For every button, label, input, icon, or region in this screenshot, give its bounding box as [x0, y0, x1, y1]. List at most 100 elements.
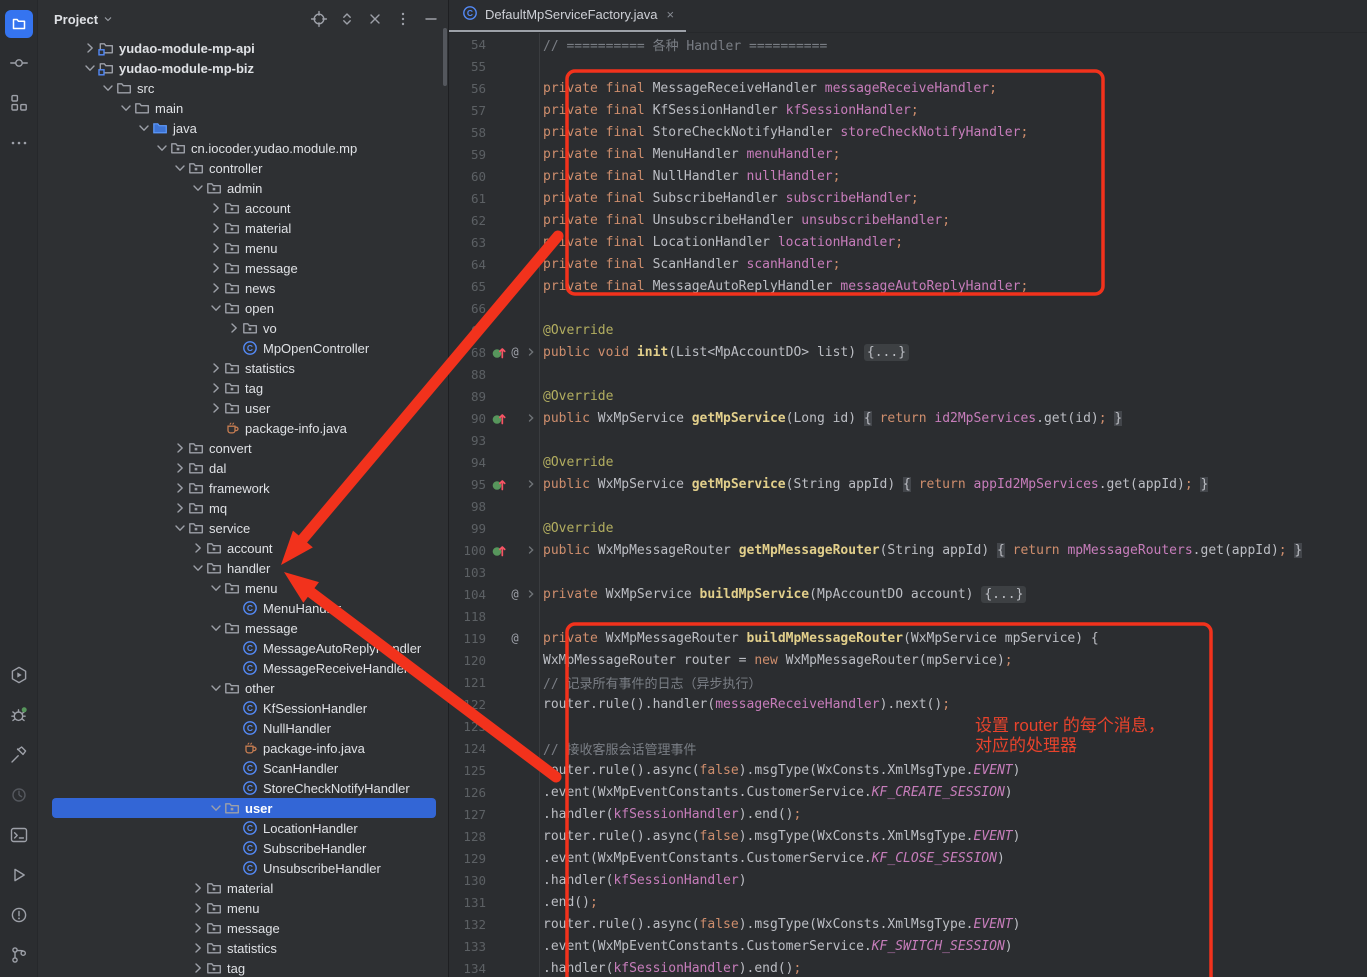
chevron-down-icon[interactable]	[172, 520, 188, 536]
chevron-down-icon[interactable]	[118, 100, 134, 116]
target-icon[interactable]	[310, 10, 328, 28]
tree-item-controller[interactable]: controller	[38, 158, 448, 178]
chevron-right-icon[interactable]	[172, 500, 188, 516]
tree-item-message[interactable]: message	[38, 258, 448, 278]
tree-item-subscribehandler[interactable]: CSubscribeHandler	[38, 838, 448, 858]
tree-item-yudao-module-mp-biz[interactable]: yudao-module-mp-biz	[38, 58, 448, 78]
services-icon[interactable]	[4, 655, 34, 695]
chevron-down-icon[interactable]	[154, 140, 170, 156]
tree-item-scanhandler[interactable]: CScanHandler	[38, 758, 448, 778]
chevron-right-icon[interactable]	[172, 460, 188, 476]
git-icon[interactable]	[4, 935, 34, 975]
tree-item-tag[interactable]: tag	[38, 958, 448, 977]
chevron-right-icon[interactable]	[190, 920, 206, 936]
problems-icon[interactable]	[4, 895, 34, 935]
tree-item-user[interactable]: user	[38, 398, 448, 418]
tree-item-dal[interactable]: dal	[38, 458, 448, 478]
tree-item-handler[interactable]: handler	[38, 558, 448, 578]
fold-chevron-icon[interactable]	[523, 476, 539, 492]
chevron-right-icon[interactable]	[172, 440, 188, 456]
tree-item-vo[interactable]: vo	[38, 318, 448, 338]
tree-item-locationhandler[interactable]: CLocationHandler	[38, 818, 448, 838]
chevron-right-icon[interactable]	[208, 360, 224, 376]
project-tool-icon[interactable]	[4, 5, 34, 43]
tree-item-storechecknotifyhandler[interactable]: CStoreCheckNotifyHandler	[38, 778, 448, 798]
collapse-icon[interactable]	[366, 10, 384, 28]
chevron-right-icon[interactable]	[208, 400, 224, 416]
chevron-down-icon[interactable]	[208, 580, 224, 596]
chevron-down-icon[interactable]	[100, 80, 116, 96]
hide-icon[interactable]	[422, 10, 440, 28]
tree-item-material[interactable]: material	[38, 218, 448, 238]
chevron-right-icon[interactable]	[226, 320, 242, 336]
tree-item-service[interactable]: service	[38, 518, 448, 538]
tab-close-icon[interactable]: ×	[664, 7, 674, 22]
chevron-right-icon[interactable]	[190, 880, 206, 896]
chevron-right-icon[interactable]	[208, 380, 224, 396]
tree-item-yudao-module-mp-api[interactable]: yudao-module-mp-api	[38, 38, 448, 58]
code-area[interactable]: 54 // ========== 各种 Handler ==========55…	[449, 33, 1367, 977]
tree-item-admin[interactable]: admin	[38, 178, 448, 198]
tree-item-open[interactable]: open	[38, 298, 448, 318]
tree-item-kfsessionhandler[interactable]: CKfSessionHandler	[38, 698, 448, 718]
chevron-right-icon[interactable]	[190, 900, 206, 916]
tree-item-unsubscribehandler[interactable]: CUnsubscribeHandler	[38, 858, 448, 878]
tree-item-messagereceivehandler[interactable]: CMessageReceiveHandler	[38, 658, 448, 678]
tree-item-messageautoreplyhandler[interactable]: CMessageAutoReplyHandler	[38, 638, 448, 658]
commit-icon[interactable]	[4, 43, 34, 83]
chevron-right-icon[interactable]	[190, 540, 206, 556]
chevron-right-icon[interactable]	[190, 940, 206, 956]
tree-item-statistics[interactable]: statistics	[38, 938, 448, 958]
tree-item-convert[interactable]: convert	[38, 438, 448, 458]
fold-chevron-icon[interactable]	[523, 344, 539, 360]
expand-icon[interactable]	[338, 10, 356, 28]
tree-item-statistics[interactable]: statistics	[38, 358, 448, 378]
project-panel-title[interactable]: Project	[54, 12, 114, 27]
tree-item-message[interactable]: message	[38, 918, 448, 938]
project-scrollbar[interactable]	[443, 28, 447, 86]
tree-item-user[interactable]: user	[52, 798, 436, 818]
tree-item-menuhandler[interactable]: CMenuHandler	[38, 598, 448, 618]
fold-chevron-icon[interactable]	[523, 542, 539, 558]
more-icon[interactable]	[4, 123, 34, 163]
tree-item-menu[interactable]: menu	[38, 578, 448, 598]
tree-item-package-info-java[interactable]: package-info.java	[38, 738, 448, 758]
debug-icon[interactable]	[4, 695, 34, 735]
chevron-right-icon[interactable]	[208, 280, 224, 296]
run-icon[interactable]	[4, 855, 34, 895]
fold-chevron-icon[interactable]	[523, 586, 539, 602]
build-icon[interactable]	[4, 735, 34, 775]
tree-item-nullhandler[interactable]: CNullHandler	[38, 718, 448, 738]
structure-icon[interactable]	[4, 83, 34, 123]
chevron-down-icon[interactable]	[82, 60, 98, 76]
tree-item-message[interactable]: message	[38, 618, 448, 638]
chevron-right-icon[interactable]	[172, 480, 188, 496]
chevron-right-icon[interactable]	[190, 960, 206, 976]
chevron-right-icon[interactable]	[208, 200, 224, 216]
tab-defaultmpservicefactory[interactable]: C DefaultMpServiceFactory.java ×	[449, 0, 686, 32]
tree-item-main[interactable]: main	[38, 98, 448, 118]
tree-item-cn-iocoder-yudao-module-mp[interactable]: cn.iocoder.yudao.module.mp	[38, 138, 448, 158]
kebab-icon[interactable]	[394, 10, 412, 28]
chevron-right-icon[interactable]	[208, 220, 224, 236]
tree-item-other[interactable]: other	[38, 678, 448, 698]
chevron-down-icon[interactable]	[172, 160, 188, 176]
chevron-down-icon[interactable]	[208, 800, 224, 816]
chevron-right-icon[interactable]	[208, 260, 224, 276]
tree-item-account[interactable]: account	[38, 538, 448, 558]
tree-item-news[interactable]: news	[38, 278, 448, 298]
tree-item-material[interactable]: material	[38, 878, 448, 898]
chevron-down-icon[interactable]	[208, 680, 224, 696]
chevron-down-icon[interactable]	[208, 620, 224, 636]
tree-item-framework[interactable]: framework	[38, 478, 448, 498]
profiler-icon[interactable]	[4, 775, 34, 815]
chevron-down-icon[interactable]	[190, 180, 206, 196]
tree-item-mpopencontroller[interactable]: CMpOpenController	[38, 338, 448, 358]
tree-item-menu[interactable]: menu	[38, 238, 448, 258]
tree-item-package-info-java[interactable]: package-info.java	[38, 418, 448, 438]
tree-item-tag[interactable]: tag	[38, 378, 448, 398]
tree-item-src[interactable]: src	[38, 78, 448, 98]
chevron-right-icon[interactable]	[208, 240, 224, 256]
chevron-right-icon[interactable]	[82, 40, 98, 56]
tree-item-menu[interactable]: menu	[38, 898, 448, 918]
